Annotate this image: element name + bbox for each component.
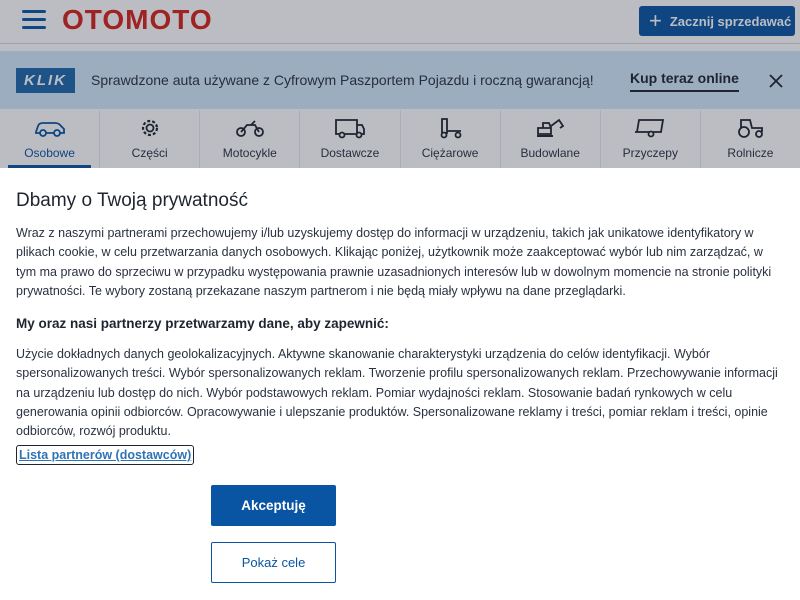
dim-overlay <box>0 0 800 168</box>
dialog-title: Dbamy o Twoją prywatność <box>16 190 248 211</box>
show-goals-button[interactable]: Pokaż cele <box>211 542 336 583</box>
background-page: OTOMOTO + Zacznij sprzedawać KLIK Sprawd… <box>0 0 800 168</box>
dialog-intro-text: Wraz z naszymi partnerami przechowujemy … <box>16 226 772 298</box>
privacy-consent-dialog: Dbamy o Twoją prywatność Wraz z naszymi … <box>0 168 800 600</box>
partners-list-link[interactable]: Lista partnerów (dostawców) <box>16 445 195 465</box>
dialog-purposes-text: Użycie dokładnych danych geolokalizacyjn… <box>16 347 778 439</box>
dialog-subtitle: My oraz nasi partnerzy przetwarzamy dane… <box>16 316 389 331</box>
accept-button[interactable]: Akceptuję <box>211 485 336 526</box>
